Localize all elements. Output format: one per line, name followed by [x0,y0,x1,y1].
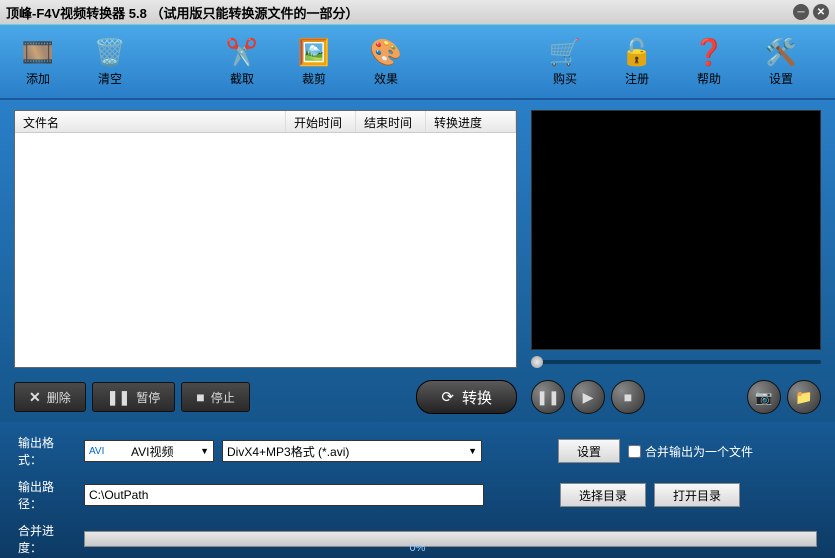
format-type-select[interactable]: AVI AVI视频 ▼ [84,440,214,462]
output-path-input[interactable] [84,484,484,506]
settings-button[interactable]: 🛠️ 设置 [753,36,809,87]
effect-button[interactable]: 🎨 效果 [358,36,414,87]
chevron-down-icon: ▼ [468,446,477,456]
clear-button[interactable]: 🗑️ 清空 [82,36,138,87]
col-filename[interactable]: 文件名 [15,111,286,132]
pause-button[interactable]: ❚❚暂停 [92,382,175,412]
app-title: 顶峰-F4V视频转换器 5.8 （试用版只能转换源文件的一部分） [6,3,358,22]
open-folder-button[interactable]: 📁 [787,380,821,414]
cart-icon: 🛒 [547,36,583,68]
file-list-header: 文件名 开始时间 结束时间 转换进度 [15,111,516,133]
help-icon: ❓ [691,36,727,68]
key-icon: 🔓 [619,36,655,68]
tools-icon: 🛠️ [763,36,799,68]
stop-button[interactable]: ■停止 [181,382,249,412]
add-button[interactable]: 🎞️ 添加 [10,36,66,87]
browse-dir-button[interactable]: 选择目录 [560,483,646,507]
pause-icon: ❚❚ [107,389,130,406]
film-add-icon: 🎞️ [20,36,56,68]
bottom-panel: 输出格式： AVI AVI视频 ▼ DivX4+MP3格式 (*.avi) ▼ … [0,422,835,558]
buy-button[interactable]: 🛒 购买 [537,36,593,87]
merge-checkbox[interactable]: 合并输出为一个文件 [628,443,753,460]
help-button[interactable]: ❓ 帮助 [681,36,737,87]
seek-slider[interactable] [531,354,821,370]
file-list-body[interactable] [15,133,516,367]
titlebar: 顶峰-F4V视频转换器 5.8 （试用版只能转换源文件的一部分） ─ ✕ [0,0,835,24]
output-format-label: 输出格式： [18,434,76,468]
play-button[interactable]: ▶ [571,380,605,414]
crop-icon: 🖼️ [296,36,332,68]
play-pause-button[interactable]: ❚❚ [531,380,565,414]
convert-button[interactable]: ⟳转换 [416,380,517,414]
effect-icon: 🎨 [368,36,404,68]
stop-icon: ■ [196,389,204,405]
file-list[interactable]: 文件名 开始时间 结束时间 转换进度 [14,110,517,368]
output-path-label: 输出路径： [18,478,76,512]
trash-icon: 🗑️ [92,36,128,68]
stop-play-button[interactable]: ■ [611,380,645,414]
progress-bar [84,531,817,547]
slider-thumb[interactable] [531,356,543,368]
delete-button[interactable]: ✕删除 [14,382,86,412]
col-end[interactable]: 结束时间 [356,111,426,132]
scissors-icon: ✂️ [224,36,260,68]
col-progress[interactable]: 转换进度 [426,111,516,132]
cut-button[interactable]: ✂️ 截取 [214,36,270,87]
preview-panel [531,110,821,350]
close-button[interactable]: ✕ [813,4,829,20]
x-icon: ✕ [29,389,41,406]
format-settings-button[interactable]: 设置 [558,439,620,463]
chevron-down-icon: ▼ [200,446,209,456]
snapshot-button[interactable]: 📷 [747,380,781,414]
toolbar: 🎞️ 添加 🗑️ 清空 ✂️ 截取 🖼️ 裁剪 🎨 效果 🛒 购买 🔓 注册 ❓… [0,24,835,100]
refresh-icon: ⟳ [441,388,454,406]
register-button[interactable]: 🔓 注册 [609,36,665,87]
merge-checkbox-input[interactable] [628,445,641,458]
progress-label: 合并进度： [18,522,76,556]
main-area: 文件名 开始时间 结束时间 转换进度 ✕删除 ❚❚暂停 ■停止 ⟳转换 ❚❚ ▶… [0,100,835,422]
open-dir-button[interactable]: 打开目录 [654,483,740,507]
col-start[interactable]: 开始时间 [286,111,356,132]
format-codec-select[interactable]: DivX4+MP3格式 (*.avi) ▼ [222,440,482,462]
minimize-button[interactable]: ─ [793,4,809,20]
crop-button[interactable]: 🖼️ 裁剪 [286,36,342,87]
